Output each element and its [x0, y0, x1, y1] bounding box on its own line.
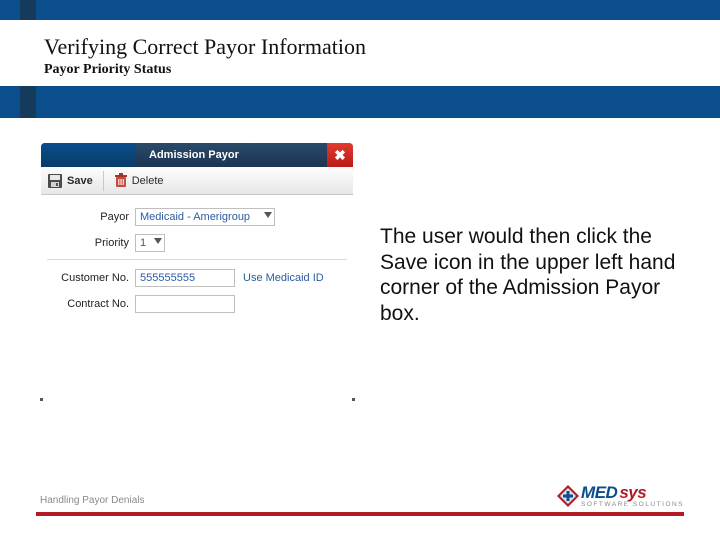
customer-no-row: Customer No. Use Medicaid ID [47, 266, 347, 290]
page-title: Verifying Correct Payor Information [44, 34, 366, 60]
delete-label: Delete [132, 175, 164, 187]
priority-row: Priority 1 [47, 231, 347, 255]
save-button[interactable]: Save [47, 173, 93, 189]
priority-label: Priority [47, 237, 135, 249]
priority-select-value: 1 [140, 237, 146, 249]
customer-no-label: Customer No. [47, 272, 135, 284]
medsys-logo: MEDsys SOFTWARE SOLUTIONS [557, 484, 684, 509]
payor-row: Payor Medicaid - Amerigroup [47, 205, 347, 229]
admission-payor-dialog: Admission Payor ✖ Save [40, 142, 354, 402]
logo-tagline: SOFTWARE SOLUTIONS [581, 502, 684, 509]
slide: Verifying Correct Payor Information Payo… [0, 0, 720, 540]
save-icon [47, 173, 63, 189]
close-button[interactable]: ✖ [327, 143, 353, 167]
dialog-body: Payor Medicaid - Amerigroup Priority 1 [41, 195, 353, 322]
top-accent-stripe [20, 0, 36, 20]
priority-select[interactable]: 1 [135, 234, 165, 252]
dialog-header: Admission Payor ✖ [41, 143, 353, 167]
logo-text: MEDsys SOFTWARE SOLUTIONS [581, 484, 684, 509]
logo-mark-icon [557, 485, 579, 507]
top-accent-band [0, 0, 720, 20]
divider [47, 259, 347, 260]
close-icon: ✖ [334, 147, 346, 164]
use-medicaid-id-link[interactable]: Use Medicaid ID [243, 272, 324, 284]
chevron-down-icon [264, 212, 272, 218]
page-subtitle: Payor Priority Status [44, 62, 366, 78]
payor-label: Payor [47, 211, 135, 223]
footer-divider [36, 512, 684, 516]
instruction-text: The user would then click the Save icon … [380, 224, 690, 326]
delete-icon [114, 173, 128, 189]
logo-sys: sys [619, 484, 646, 501]
contract-no-input[interactable] [135, 295, 235, 313]
logo-med: MED [581, 484, 617, 501]
delete-button[interactable]: Delete [114, 173, 164, 189]
customer-no-input[interactable] [135, 269, 235, 287]
dialog-header-accent [41, 143, 136, 167]
mid-accent-stripe [20, 86, 36, 118]
chevron-down-icon [154, 238, 162, 244]
crop-mark [352, 398, 355, 401]
payor-select[interactable]: Medicaid - Amerigroup [135, 208, 275, 226]
mid-accent-band [0, 86, 720, 118]
crop-mark [40, 398, 43, 401]
toolbar-separator [103, 171, 104, 191]
save-label: Save [67, 175, 93, 187]
footer-text: Handling Payor Denials [40, 495, 145, 506]
dialog-title: Admission Payor [149, 149, 239, 161]
dialog-toolbar: Save Delete [41, 167, 353, 195]
contract-no-label: Contract No. [47, 298, 135, 310]
title-area: Verifying Correct Payor Information Payo… [44, 34, 366, 78]
contract-no-row: Contract No. [47, 292, 347, 316]
payor-select-value: Medicaid - Amerigroup [140, 211, 250, 223]
